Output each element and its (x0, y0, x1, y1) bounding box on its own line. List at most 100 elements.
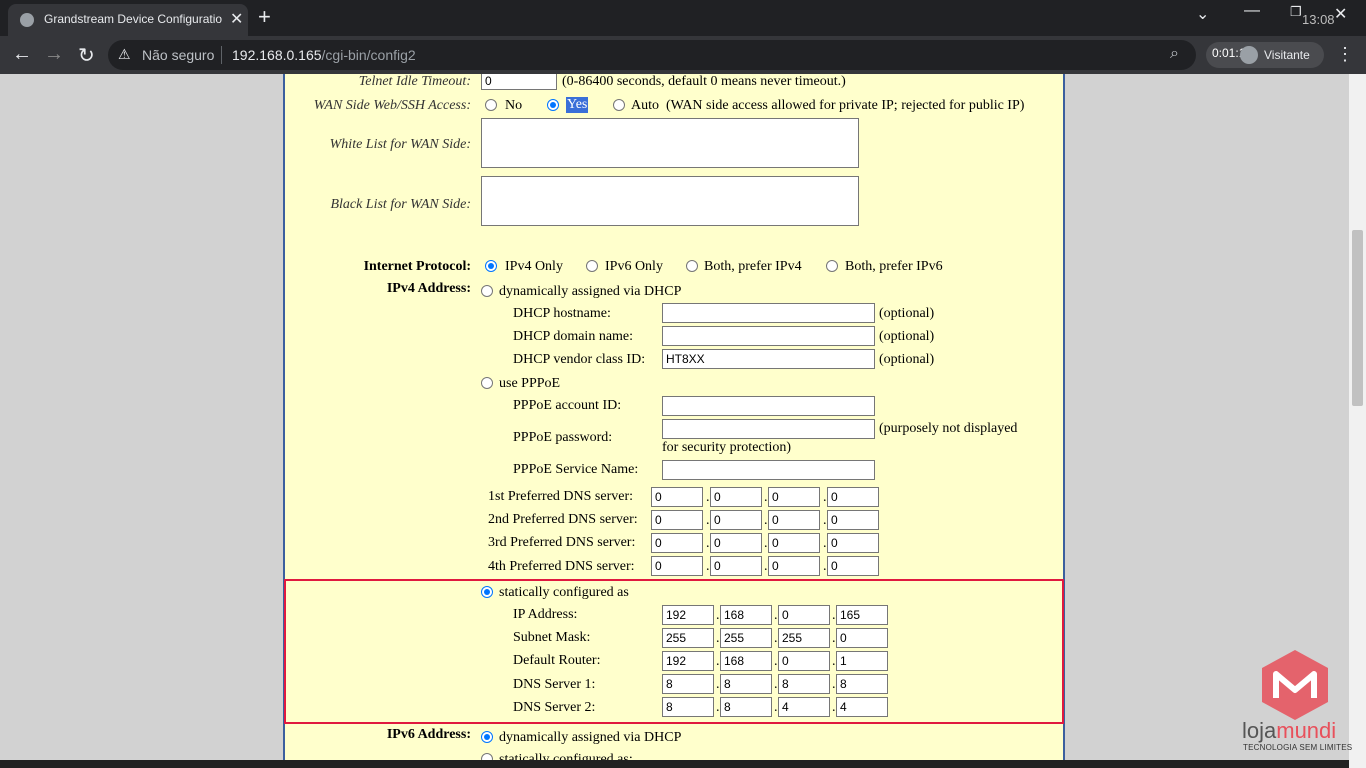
dns-4-octet-1[interactable] (651, 556, 703, 576)
static-mask-octet-3[interactable] (778, 628, 830, 648)
static-mask-octet-4[interactable] (836, 628, 888, 648)
protocol-both-ipv4-radio[interactable] (686, 260, 698, 272)
pppoe-account-input[interactable] (662, 396, 875, 416)
kebab-menu-icon[interactable]: ⋮ (1336, 44, 1354, 65)
address-bar[interactable]: ⚠ Não seguro 192.168.0.165/cgi-bin/confi… (108, 40, 1196, 70)
minimize-icon[interactable]: — (1244, 2, 1260, 20)
clock-text: 13:08 (1302, 12, 1335, 27)
protocol-ipv4-only-radio[interactable] (485, 260, 497, 272)
zoom-icon[interactable]: ⌕ (1170, 45, 1179, 63)
static-router-octet-3[interactable] (778, 651, 830, 671)
static-ip-octet-3[interactable] (778, 605, 830, 625)
static-ip-label: IP Address: (513, 607, 578, 622)
dns-3-octet-3[interactable] (768, 533, 820, 553)
tab-title: Grandstream Device Configuration (44, 12, 222, 26)
dns-2-label: 2nd Preferred DNS server: (488, 512, 638, 527)
dns-2-octet-2[interactable] (710, 510, 762, 530)
wan-access-hint: (WAN side access allowed for private IP;… (666, 98, 1025, 113)
dns-4-octet-3[interactable] (768, 556, 820, 576)
url-host: 192.168.0.165 (232, 47, 322, 63)
static-mask-octet-2[interactable] (720, 628, 772, 648)
dns-4-octet-2[interactable] (710, 556, 762, 576)
static-dns2-octet-3[interactable] (778, 697, 830, 717)
dhcp-vendor-optional: (optional) (879, 352, 935, 367)
telnet-timeout-input[interactable] (481, 74, 557, 90)
static-router-octet-2[interactable] (720, 651, 772, 671)
static-dns2-octet-1[interactable] (662, 697, 714, 717)
forward-arrow-icon[interactable]: → (44, 43, 64, 66)
static-dns2-octet-4[interactable] (836, 697, 888, 717)
reload-icon[interactable]: ↻ (78, 43, 95, 68)
browser-toolbar: ← → ↻ ⚠ Não seguro 192.168.0.165/cgi-bin… (0, 36, 1366, 74)
dns-2-octet-3[interactable] (768, 510, 820, 530)
dot-separator: . (774, 677, 778, 692)
pppoe-service-input[interactable] (662, 460, 875, 480)
static-dns1-octet-3[interactable] (778, 674, 830, 694)
dot-separator: . (832, 608, 836, 623)
new-tab-button[interactable]: + (258, 4, 271, 30)
profile-button[interactable]: 0:01:19 Visitante (1206, 42, 1324, 68)
static-router-octet-4[interactable] (836, 651, 888, 671)
protocol-ipv6-only-radio[interactable] (586, 260, 598, 272)
dns-3-octet-1[interactable] (651, 533, 703, 553)
dhcp-hostname-optional: (optional) (879, 306, 935, 321)
static-dns2-octet-2[interactable] (720, 697, 772, 717)
dhcp-domain-input[interactable] (662, 326, 875, 346)
blacklist-textarea[interactable] (481, 176, 859, 226)
wan-access-yes-radio[interactable] (547, 99, 559, 111)
wan-access-yes-label: Yes (566, 97, 589, 113)
chevron-down-icon[interactable]: ⌄ (1196, 4, 1209, 24)
scrollbar-thumb[interactable] (1352, 230, 1363, 406)
static-router-octet-1[interactable] (662, 651, 714, 671)
pppoe-password-input[interactable] (662, 419, 875, 439)
dns-3-octet-2[interactable] (710, 533, 762, 553)
protocol-ipv6-only-label: IPv6 Only (605, 259, 663, 274)
restore-icon[interactable]: ❐ (1290, 4, 1302, 20)
wan-access-auto-label: Auto (631, 98, 659, 113)
dns-2-octet-4[interactable] (827, 510, 879, 530)
dns-1-octet-3[interactable] (768, 487, 820, 507)
dhcp-hostname-label: DHCP hostname: (513, 306, 611, 321)
ipv4-static-radio[interactable] (481, 586, 493, 598)
dns-4-octet-4[interactable] (827, 556, 879, 576)
protocol-both-ipv6-label: Both, prefer IPv6 (845, 259, 943, 274)
dns-1-octet-4[interactable] (827, 487, 879, 507)
page-scrollbar[interactable] (1349, 74, 1366, 768)
dns-2-octet-1[interactable] (651, 510, 703, 530)
globe-icon (20, 13, 34, 27)
browser-tab[interactable]: Grandstream Device Configuration ✕ (8, 4, 248, 36)
tab-close-icon[interactable]: ✕ (230, 9, 243, 29)
dot-separator: . (764, 513, 768, 528)
warning-icon: ⚠ (118, 46, 131, 62)
ipv4-pppoe-radio[interactable] (481, 377, 493, 389)
dns-3-octet-4[interactable] (827, 533, 879, 553)
static-dns1-octet-1[interactable] (662, 674, 714, 694)
static-ip-octet-2[interactable] (720, 605, 772, 625)
whitelist-textarea[interactable] (481, 118, 859, 168)
dot-separator: . (832, 677, 836, 692)
static-mask-octet-1[interactable] (662, 628, 714, 648)
wan-access-auto-radio[interactable] (613, 99, 625, 111)
static-dns1-octet-2[interactable] (720, 674, 772, 694)
ipv6-dhcp-radio[interactable] (481, 731, 493, 743)
dot-separator: . (774, 654, 778, 669)
dhcp-hostname-input[interactable] (662, 303, 875, 323)
dhcp-vendor-input[interactable] (662, 349, 875, 369)
insecure-label: Não seguro (142, 47, 215, 63)
static-dns1-octet-4[interactable] (836, 674, 888, 694)
static-dns2-label: DNS Server 2: (513, 700, 596, 715)
url-path: /cgi-bin/config2 (321, 47, 416, 63)
dot-separator: . (764, 536, 768, 551)
back-arrow-icon[interactable]: ← (12, 43, 32, 66)
dns-1-label: 1st Preferred DNS server: (488, 489, 634, 504)
static-ip-octet-1[interactable] (662, 605, 714, 625)
dns-1-octet-2[interactable] (710, 487, 762, 507)
close-window-icon[interactable]: ✕ (1334, 4, 1347, 24)
static-ip-octet-4[interactable] (836, 605, 888, 625)
pppoe-password-label: PPPoE password: (513, 430, 613, 445)
dns-1-octet-1[interactable] (651, 487, 703, 507)
ipv4-dhcp-radio[interactable] (481, 285, 493, 297)
config-panel: Telnet Idle Timeout: (0-86400 seconds, d… (283, 74, 1065, 768)
protocol-both-ipv6-radio[interactable] (826, 260, 838, 272)
wan-access-no-radio[interactable] (485, 99, 497, 111)
